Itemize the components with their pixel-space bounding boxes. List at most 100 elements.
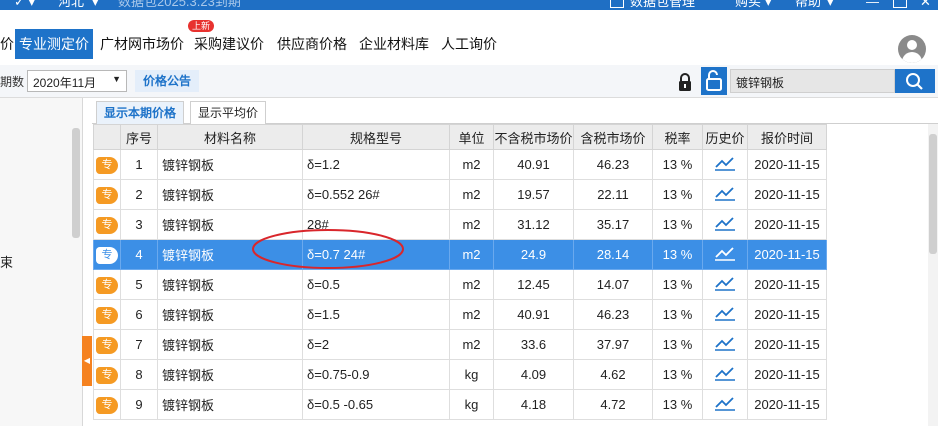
tab-supplier-price[interactable]: 供应商价格 xyxy=(277,31,347,57)
tab-price-truncated[interactable]: 价 xyxy=(0,31,14,57)
price-ex-tax: 19.57 xyxy=(493,179,574,210)
main-nav: 价 专业测定价 广材网市场价 采购建议价 上新 供应商价格 企业材料库 人工询价 xyxy=(0,10,938,66)
minimize-icon[interactable]: — xyxy=(866,0,879,10)
table-row[interactable]: 专 1 镀锌钢板 δ=1.2 m2 40.91 46.23 13 % 2020-11-15 xyxy=(93,149,827,180)
close-icon[interactable]: ✕ xyxy=(920,0,931,10)
trend-chart-icon[interactable] xyxy=(714,335,736,351)
search-value: 镀锌钢板 xyxy=(736,76,785,90)
trend-chart-icon[interactable] xyxy=(714,185,736,201)
col-header-date[interactable]: 报价时间 xyxy=(747,124,827,150)
tab-purchase-suggestion[interactable]: 采购建议价 xyxy=(194,31,264,57)
history-trend-cell[interactable] xyxy=(702,239,748,270)
buy-menu[interactable]: 购买 xyxy=(735,0,761,10)
col-header-tax-rate[interactable]: 税率 xyxy=(652,124,703,150)
row-no: 8 xyxy=(120,359,158,390)
price-ex-tax: 4.18 xyxy=(493,389,574,420)
history-trend-cell[interactable] xyxy=(702,179,748,210)
badge-cell: 专 xyxy=(93,239,121,270)
trend-chart-icon[interactable] xyxy=(714,365,736,381)
history-trend-cell[interactable] xyxy=(702,359,748,390)
data-pack-icon xyxy=(610,0,624,8)
row-no: 5 xyxy=(120,269,158,300)
show-current-price-tab[interactable]: 显示本期价格 xyxy=(96,101,185,124)
search-input[interactable]: 镀锌钢板 xyxy=(730,69,895,93)
quote-date: 2020-11-15 xyxy=(747,299,827,330)
table-row[interactable]: 专 3 镀锌钢板 28# m2 31.12 35.17 13 % 2020-11-15 xyxy=(93,209,827,240)
region-selector[interactable]: 河北 xyxy=(58,0,84,10)
quote-date: 2020-11-15 xyxy=(747,269,827,300)
trend-chart-icon[interactable] xyxy=(714,395,736,411)
history-trend-cell[interactable] xyxy=(702,269,748,300)
tab-labor-inquiry[interactable]: 人工询价 xyxy=(441,31,497,57)
spec-model: δ=1.5 xyxy=(302,299,450,330)
table-scrollbar[interactable] xyxy=(928,124,938,426)
left-pane-item[interactable]: 束 xyxy=(0,252,13,271)
spec-model: δ=0.5 xyxy=(302,269,450,300)
material-name: 镀锌钢板 xyxy=(157,389,303,420)
show-average-price-tab[interactable]: 显示平均价 xyxy=(190,101,267,124)
trend-chart-icon[interactable] xyxy=(714,245,736,261)
row-no: 2 xyxy=(120,179,158,210)
title-bar: ✓ ▾ 河北 ▾ 数据包2025.3.23到期 数据包管理 购买 ▾ 帮助 ▾ … xyxy=(0,0,938,10)
help-dropdown-icon[interactable]: ▾ xyxy=(827,0,834,10)
specialty-badge: 专 xyxy=(96,216,118,234)
table-row[interactable]: 专 4 镀锌钢板 δ=0.7 24# m2 24.9 28.14 13 % 2020-11-15 xyxy=(93,239,827,270)
price-in-tax: 22.11 xyxy=(573,179,653,210)
history-trend-cell[interactable] xyxy=(702,389,748,420)
check-dropdown-icon[interactable]: ✓ ▾ xyxy=(14,0,35,10)
col-header-no[interactable]: 序号 xyxy=(120,124,158,150)
tax-rate: 13 % xyxy=(652,149,703,180)
table-row[interactable]: 专 6 镀锌钢板 δ=1.5 m2 40.91 46.23 13 % 2020-11-15 xyxy=(93,299,827,330)
region-dropdown-icon[interactable]: ▾ xyxy=(92,0,99,10)
user-avatar-icon[interactable] xyxy=(898,35,926,63)
table-row[interactable]: 专 7 镀锌钢板 δ=2 m2 33.6 37.97 13 % 2020-11-15 xyxy=(93,329,827,360)
view-toggle-bar: 显示本期价格 显示平均价 xyxy=(92,101,938,124)
left-pane: 束 xyxy=(0,98,83,426)
search-icon[interactable] xyxy=(895,69,935,93)
specialty-badge: 专 xyxy=(96,186,118,204)
col-header-spec[interactable]: 规格型号 xyxy=(302,124,450,150)
help-menu[interactable]: 帮助 xyxy=(795,0,821,10)
trend-chart-icon[interactable] xyxy=(714,215,736,231)
trend-chart-icon[interactable] xyxy=(714,305,736,321)
row-no: 6 xyxy=(120,299,158,330)
col-header-price-ex-tax[interactable]: 不含税市场价 xyxy=(493,124,574,150)
quote-date: 2020-11-15 xyxy=(747,359,827,390)
data-pack-manage-link[interactable]: 数据包管理 xyxy=(630,0,695,10)
buy-dropdown-icon[interactable]: ▾ xyxy=(765,0,772,10)
material-name: 镀锌钢板 xyxy=(157,149,303,180)
left-scrollbar[interactable] xyxy=(72,128,80,238)
trend-chart-icon[interactable] xyxy=(714,155,736,171)
unlock-icon[interactable] xyxy=(701,67,727,95)
tax-rate: 13 % xyxy=(652,269,703,300)
material-name: 镀锌钢板 xyxy=(157,359,303,390)
trend-chart-icon[interactable] xyxy=(714,275,736,291)
table-row[interactable]: 专 8 镀锌钢板 δ=0.75-0.9 kg 4.09 4.62 13 % 2020-11-15 xyxy=(93,359,827,390)
badge-cell: 专 xyxy=(93,179,121,210)
history-trend-cell[interactable] xyxy=(702,299,748,330)
tab-market-price[interactable]: 广材网市场价 xyxy=(100,31,184,57)
price-ex-tax: 24.9 xyxy=(493,239,574,270)
tab-enterprise-library[interactable]: 企业材料库 xyxy=(359,31,429,57)
history-trend-cell[interactable] xyxy=(702,329,748,360)
col-header-price-in-tax[interactable]: 含税市场价 xyxy=(573,124,653,150)
table-row[interactable]: 专 2 镀锌钢板 δ=0.552 26# m2 19.57 22.11 13 % 2020-11… xyxy=(93,179,827,210)
unit: m2 xyxy=(449,329,494,360)
collapse-arrow-icon[interactable]: ◀ xyxy=(82,336,92,386)
col-header-unit[interactable]: 单位 xyxy=(449,124,494,150)
col-header-history[interactable]: 历史价 xyxy=(702,124,748,150)
history-trend-cell[interactable] xyxy=(702,209,748,240)
table-row[interactable]: 专 9 镀锌钢板 δ=0.5 -0.65 kg 4.18 4.72 13 % 2020-11-1… xyxy=(93,389,827,420)
history-trend-cell[interactable] xyxy=(702,149,748,180)
tax-rate: 13 % xyxy=(652,359,703,390)
period-select[interactable]: 2020年11月 ▼ xyxy=(27,70,127,92)
tab-professional-price[interactable]: 专业测定价 xyxy=(15,29,93,59)
lock-icon[interactable] xyxy=(677,72,693,92)
badge-cell: 专 xyxy=(93,209,121,240)
col-header-name[interactable]: 材料名称 xyxy=(157,124,303,150)
price-notice-button[interactable]: 价格公告 xyxy=(135,70,200,92)
maximize-icon[interactable] xyxy=(893,0,907,8)
table-row[interactable]: 专 5 镀锌钢板 δ=0.5 m2 12.45 14.07 13 % 2020-11-15 xyxy=(93,269,827,300)
price-in-tax: 14.07 xyxy=(573,269,653,300)
material-name: 镀锌钢板 xyxy=(157,179,303,210)
